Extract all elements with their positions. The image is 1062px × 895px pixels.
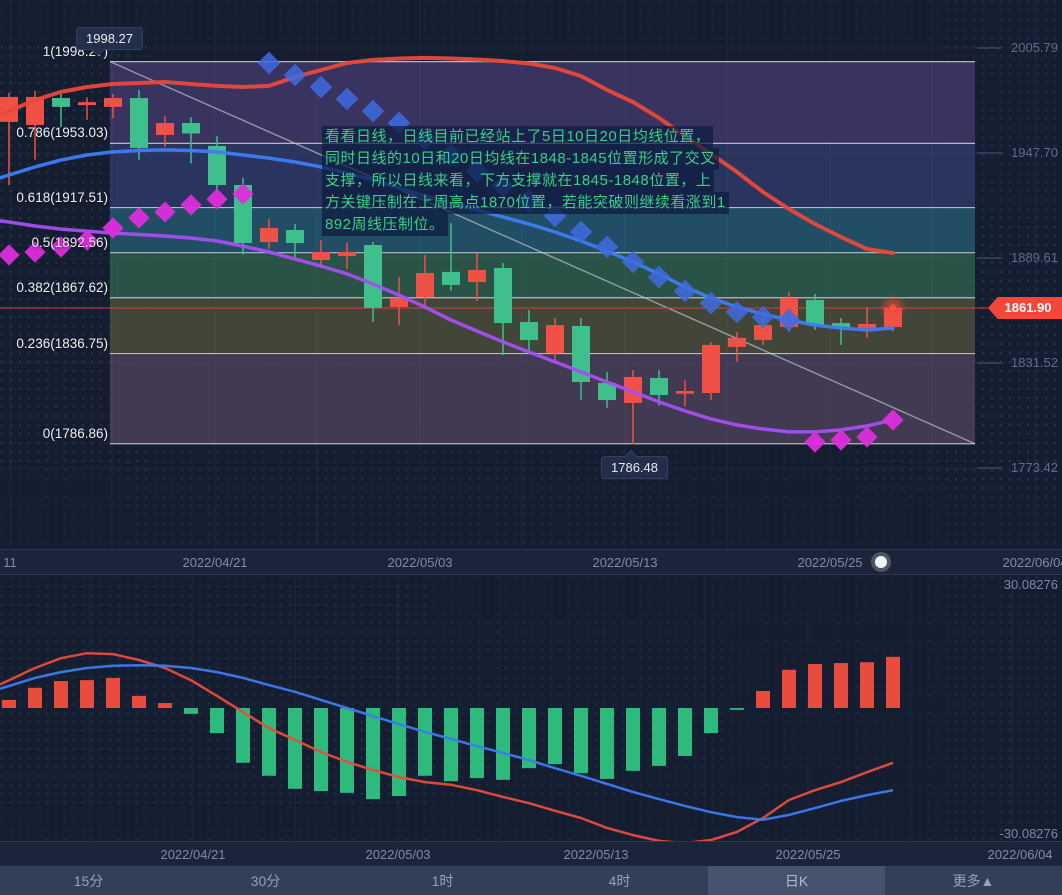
candle-body[interactable] — [52, 98, 70, 107]
current-price-badge: 1861.90 — [988, 297, 1062, 319]
macd-bar[interactable] — [834, 663, 848, 708]
candle-body[interactable] — [312, 252, 330, 261]
timeframe-tab-日K[interactable]: 日K — [708, 866, 885, 895]
high-price-value: 1998.27 — [86, 31, 133, 46]
candle-body[interactable] — [416, 273, 434, 298]
macd-bar[interactable] — [886, 656, 900, 708]
macd-bar[interactable] — [860, 662, 874, 708]
macd-bar[interactable] — [704, 708, 718, 734]
macd-bar[interactable] — [808, 663, 822, 708]
macd-bar[interactable] — [28, 687, 42, 708]
annotation-line: 892周线压制位。 — [322, 214, 448, 236]
low-price-value: 1786.48 — [611, 460, 658, 475]
macd-bar[interactable] — [756, 690, 770, 708]
annotation-line: 支撑，所以日线来看，下方支撑就在1845-1848位置，上 — [322, 170, 715, 192]
macd-bar[interactable] — [106, 677, 120, 708]
timeframe-tab-更多▲[interactable]: 更多▲ — [885, 866, 1062, 895]
date-axis-macd[interactable] — [0, 841, 1062, 867]
candle-body[interactable] — [858, 323, 876, 328]
macd-bar[interactable] — [418, 708, 432, 776]
macd-bar[interactable] — [340, 708, 354, 793]
macd-bar[interactable] — [600, 708, 614, 779]
timeframe-tab-15分[interactable]: 15分 — [0, 866, 177, 895]
macd-bar[interactable] — [184, 708, 198, 714]
macd-bar[interactable] — [132, 695, 146, 708]
candle-body[interactable] — [676, 391, 694, 394]
candle-body[interactable] — [650, 378, 668, 396]
candle-body[interactable] — [338, 251, 356, 257]
macd-bar[interactable] — [730, 708, 744, 710]
candle-body[interactable] — [104, 98, 122, 107]
candle-body[interactable] — [78, 102, 96, 106]
macd-bar[interactable] — [366, 708, 380, 800]
candle-body[interactable] — [468, 269, 486, 283]
candle-body[interactable] — [182, 122, 200, 134]
candle-body[interactable] — [364, 244, 382, 308]
macd-bar[interactable] — [158, 703, 172, 708]
candle-body[interactable] — [286, 229, 304, 244]
macd-bar[interactable] — [262, 708, 276, 776]
macd-bar[interactable] — [288, 708, 302, 789]
annotation-line: 看看日线，日线目前已经站上了5日10日20日均线位置， — [322, 126, 714, 148]
macd-bar[interactable] — [782, 669, 796, 708]
candle-body[interactable] — [442, 271, 460, 285]
timeframe-tab-4时[interactable]: 4时 — [531, 866, 708, 895]
macd-bar[interactable] — [2, 699, 16, 708]
macd-bar[interactable] — [54, 681, 68, 708]
timeframe-tab-30分[interactable]: 30分 — [177, 866, 354, 895]
macd-bar[interactable] — [626, 708, 640, 771]
macd-bar[interactable] — [80, 680, 94, 708]
current-price-dot — [889, 304, 897, 312]
annotation-line: 方关键压制在上周高点1870位置，若能突破则继续看涨到1 — [322, 192, 729, 214]
timeline-handle[interactable] — [875, 556, 887, 568]
candle-body[interactable] — [546, 325, 564, 354]
macd-bar[interactable] — [652, 708, 666, 766]
candle-body[interactable] — [260, 228, 278, 243]
macd-bar[interactable] — [574, 708, 588, 774]
candle-body[interactable] — [156, 122, 174, 135]
timeframe-tab-1时[interactable]: 1时 — [354, 866, 531, 895]
candle-body[interactable] — [728, 337, 746, 347]
annotation-line: 同时日线的10日和20日均线在1848-1845位置形成了交叉 — [322, 148, 719, 170]
candle-body[interactable] — [520, 321, 538, 341]
macd-bar[interactable] — [548, 708, 562, 765]
macd-bar[interactable] — [496, 708, 510, 780]
macd-bar[interactable] — [470, 708, 484, 779]
analysis-annotation: 看看日线，日线目前已经站上了5日10日20日均线位置， 同时日线的10日和20日均… — [322, 126, 729, 236]
macd-bar[interactable] — [210, 708, 224, 734]
candle-body[interactable] — [130, 98, 148, 148]
trading-app: 1(1998.27) 0.786(1953.03) 0.618(1917.51) 0.… — [0, 0, 1062, 895]
timeframe-toolbar: 15分 30分 1时 4时 日K 更多▲ — [0, 866, 1062, 895]
macd-bar[interactable] — [392, 708, 406, 797]
fib-band — [110, 252, 975, 298]
low-price-tooltip: 1786.48 — [601, 449, 668, 479]
macd-bar[interactable] — [444, 708, 458, 782]
candle-body[interactable] — [494, 267, 512, 324]
macd-bar[interactable] — [678, 708, 692, 757]
date-axis-main[interactable] — [0, 549, 1062, 575]
high-price-tooltip: 1998.27 — [76, 27, 143, 57]
candle-body[interactable] — [702, 344, 720, 394]
candle-body[interactable] — [806, 299, 824, 326]
